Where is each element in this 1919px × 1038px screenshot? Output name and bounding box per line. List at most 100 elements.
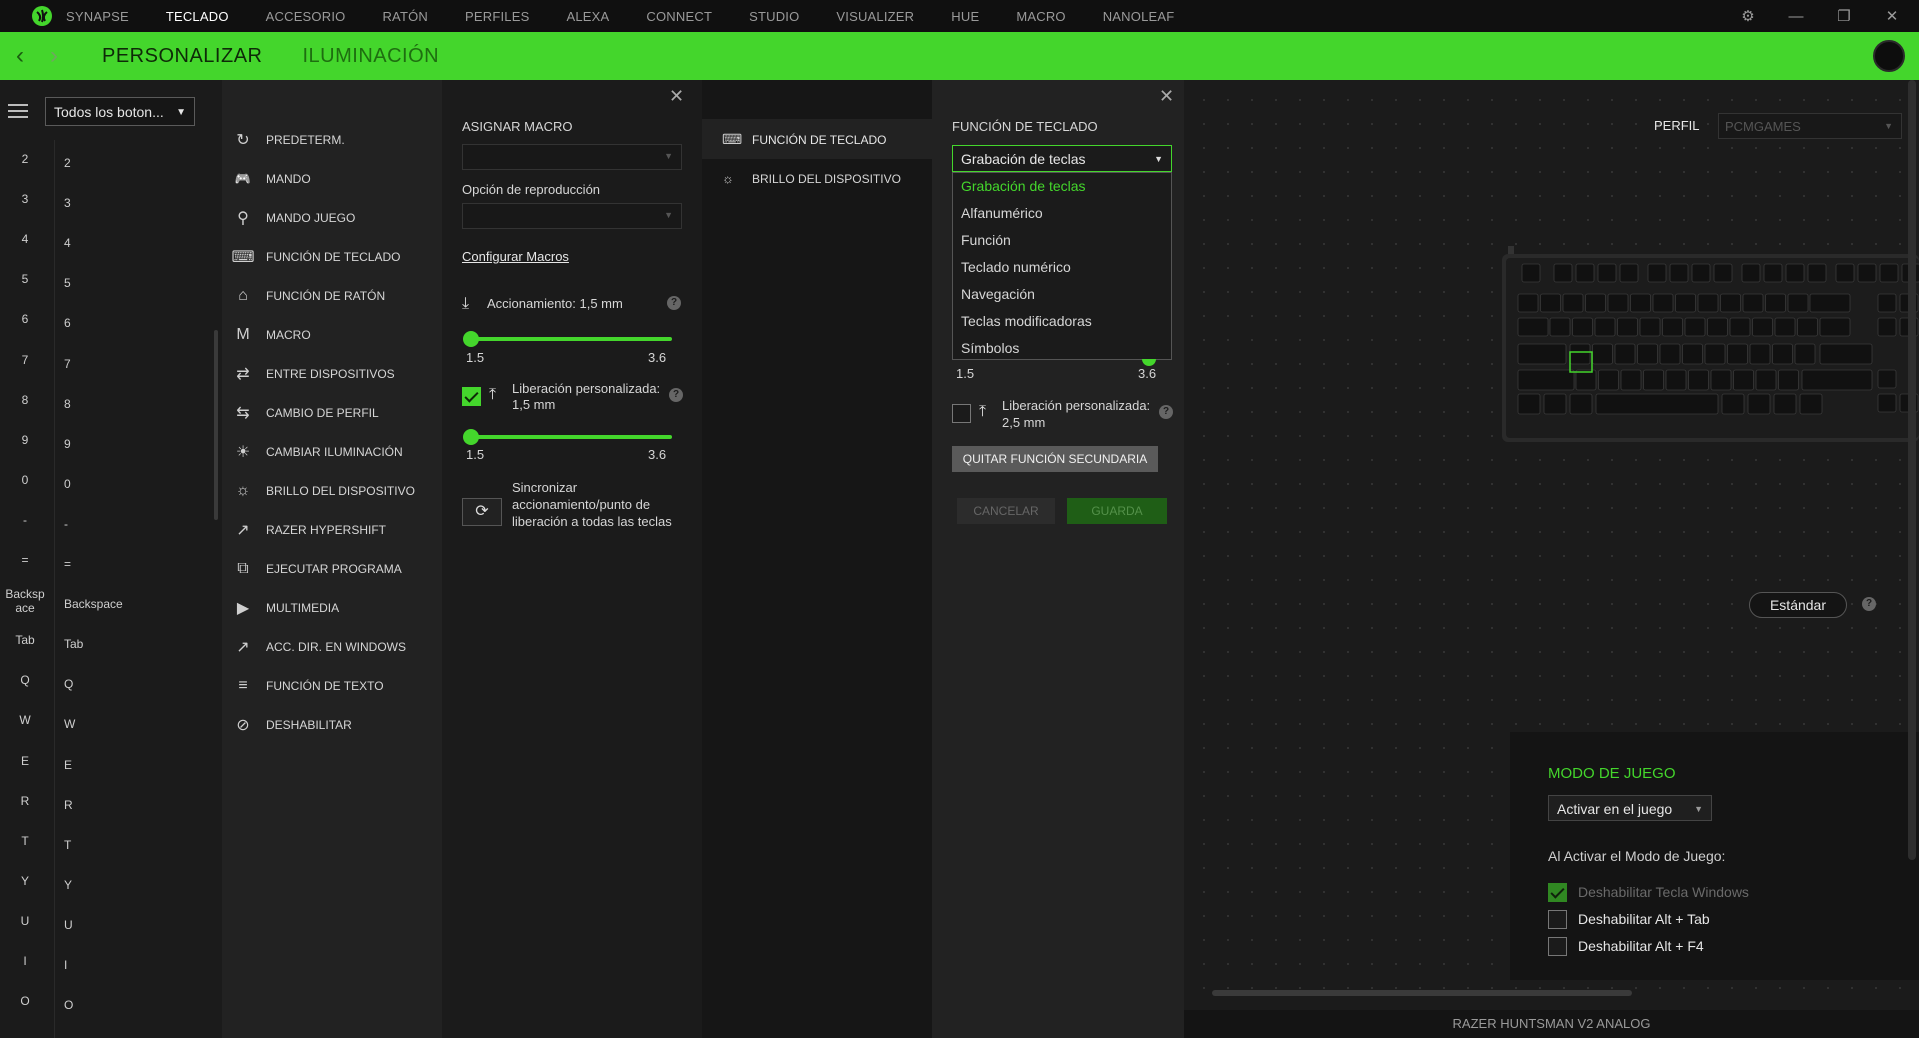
category-item-device-brightness[interactable]: ☼ BRILLO DEL DISPOSITIVO <box>722 171 901 186</box>
remove-secondary-function-button[interactable]: QUITAR FUNCIÓN SECUNDARIA <box>952 446 1158 472</box>
key-list-item[interactable]: EE <box>0 754 222 794</box>
forward-arrow-icon[interactable]: › <box>40 42 68 70</box>
disable-alt-f4-checkbox[interactable] <box>1548 937 1567 956</box>
key-list-item[interactable]: YY <box>0 874 222 914</box>
function-item-mando-juego[interactable]: ⚲ MANDO JUEGO <box>232 206 432 230</box>
custom-release-checkbox[interactable] <box>462 387 481 406</box>
save-button[interactable]: GUARDA <box>1067 498 1167 524</box>
function-item-cambio-de-perfil[interactable]: ⇆ CAMBIO DE PERFIL <box>232 401 432 425</box>
key-list-item[interactable]: 55 <box>0 272 222 312</box>
key-list-item[interactable]: 00 <box>0 473 222 513</box>
key-list-item[interactable]: 88 <box>0 393 222 433</box>
vertical-scrollbar[interactable] <box>1908 80 1916 860</box>
nav-tab-visualizer[interactable]: VISUALIZER <box>836 9 914 24</box>
key-list-item[interactable]: 44 <box>0 232 222 272</box>
nav-tab-teclado[interactable]: TECLADO <box>166 9 229 24</box>
key-list-item[interactable]: UU <box>0 914 222 954</box>
function-item-cambiar-iluminaci-n[interactable]: ☀ CAMBIAR ILUMINACIÓN <box>232 440 432 464</box>
dropdown-option[interactable]: Símbolos <box>953 335 1171 362</box>
disable-windows-key-checkbox[interactable] <box>1548 883 1567 902</box>
close-window-icon[interactable]: ✕ <box>1883 7 1901 25</box>
key-list-item[interactable]: 77 <box>0 353 222 393</box>
nav-tab-perfiles[interactable]: PERFILES <box>465 9 529 24</box>
function-item-funci-n-de-teclado[interactable]: ⌨ FUNCIÓN DE TECLADO <box>231 245 432 269</box>
disable-alt-tab-checkbox[interactable] <box>1548 910 1567 929</box>
key-list-item[interactable]: 66 <box>0 312 222 352</box>
hamburger-menu-icon[interactable] <box>8 104 28 120</box>
close-macro-panel-icon[interactable]: ✕ <box>669 86 684 107</box>
key-list-item[interactable]: 22 <box>0 152 222 192</box>
playback-option-dropdown[interactable]: ▼ <box>462 203 682 229</box>
help-icon[interactable]: ? <box>1862 597 1876 611</box>
help-icon[interactable]: ? <box>667 296 681 310</box>
key-list-item[interactable]: OO <box>0 994 222 1034</box>
function-item-mando[interactable]: 🎮 MANDO <box>232 167 432 191</box>
nav-tab-macro[interactable]: MACRO <box>1016 9 1065 24</box>
button-filter-dropdown[interactable]: Todos los boton... ▼ <box>45 97 195 126</box>
function-item-multimedia[interactable]: ▶ MULTIMEDIA <box>232 596 432 620</box>
key-list-item[interactable]: TT <box>0 834 222 874</box>
function-item-entre-dispositivos[interactable]: ⇄ ENTRE DISPOSITIVOS <box>232 362 432 386</box>
maximize-icon[interactable]: ❐ <box>1835 7 1853 25</box>
back-arrow-icon[interactable]: ‹ <box>6 42 34 70</box>
nav-tab-connect[interactable]: CONNECT <box>646 9 712 24</box>
function-item-brillo-del-dispositivo[interactable]: ☼ BRILLO DEL DISPOSITIVO <box>232 479 432 503</box>
key-list-item[interactable]: II <box>0 954 222 994</box>
standard-layout-button[interactable]: Estándar <box>1749 592 1847 618</box>
function-item-macro[interactable]: M MACRO <box>232 323 432 347</box>
nav-tab-hue[interactable]: HUE <box>951 9 979 24</box>
macro-select-dropdown[interactable]: ▼ <box>462 144 682 170</box>
release-slider-track[interactable] <box>465 435 672 439</box>
function-item-razer-hypershift[interactable]: ↗ RAZER HYPERSHIFT <box>232 518 432 542</box>
dropdown-option[interactable]: Función <box>953 227 1171 254</box>
key-list-item[interactable]: 33 <box>0 192 222 232</box>
nav-tab-ratón[interactable]: RATÓN <box>382 9 428 24</box>
key-list-scrollbar[interactable] <box>214 330 218 520</box>
function-item-ejecutar-programa[interactable]: ⧉ EJECUTAR PROGRAMA <box>232 557 432 581</box>
keyboard-device-image[interactable] <box>1502 246 1919 442</box>
actuation-slider-track[interactable] <box>465 337 672 341</box>
function-item-acc-dir-en-windows[interactable]: ↗ ACC. DIR. EN WINDOWS <box>232 635 432 659</box>
dropdown-option[interactable]: Grabación de teclas <box>953 173 1171 200</box>
horizontal-scrollbar[interactable] <box>1212 990 1632 996</box>
key-list-item[interactable]: Backsp ace Backspace <box>0 587 222 633</box>
help-icon[interactable]: ? <box>1159 405 1173 419</box>
cancel-button[interactable]: CANCELAR <box>957 498 1055 524</box>
settings-gear-icon[interactable]: ⚙ <box>1739 7 1757 25</box>
dropdown-option[interactable]: Alfanumérico <box>953 200 1171 227</box>
nav-tab-nanoleaf[interactable]: NANOLEAF <box>1103 9 1175 24</box>
actuation-slider-knob[interactable] <box>463 331 479 347</box>
dropdown-option[interactable]: Teclas modificadoras <box>953 308 1171 335</box>
function-item-predeterm-[interactable]: ↻ PREDETERM. <box>232 128 432 152</box>
minimize-icon[interactable]: — <box>1787 8 1805 25</box>
nav-tab-synapse[interactable]: SYNAPSE <box>66 9 129 24</box>
profile-dropdown[interactable]: PCMGAMES ▼ <box>1718 113 1902 139</box>
key-list-item[interactable]: -- <box>0 513 222 553</box>
category-item-keyboard-function[interactable]: ⌨ FUNCIÓN DE TECLADO <box>722 131 886 148</box>
nav-tab-alexa[interactable]: ALEXA <box>566 9 609 24</box>
kb-custom-release-checkbox[interactable] <box>952 404 971 423</box>
key-list-item[interactable]: WW <box>0 713 222 753</box>
release-slider-knob[interactable] <box>463 429 479 445</box>
razer-logo-icon[interactable] <box>22 0 62 32</box>
nav-tab-studio[interactable]: STUDIO <box>749 9 799 24</box>
dropdown-option[interactable]: Navegación <box>953 281 1171 308</box>
configure-macros-link[interactable]: Configurar Macros <box>462 249 569 264</box>
help-icon[interactable]: ? <box>669 388 683 402</box>
function-item-deshabilitar[interactable]: ⊘ DESHABILITAR <box>232 713 432 737</box>
key-list-item[interactable]: Tab Tab <box>0 633 222 673</box>
tab-lighting[interactable]: ILUMINACIÓN <box>302 45 439 68</box>
function-item-funci-n-de-rat-n[interactable]: ⌂ FUNCIÓN DE RATÓN <box>232 284 432 308</box>
key-list-item[interactable]: RR <box>0 794 222 834</box>
key-list-item[interactable]: 99 <box>0 433 222 473</box>
game-mode-dropdown[interactable]: Activar en el juego ▼ <box>1548 795 1712 821</box>
dropdown-option[interactable]: Teclado numérico <box>953 254 1171 281</box>
close-keyboard-panel-icon[interactable]: ✕ <box>1159 86 1174 107</box>
function-item-funci-n-de-texto[interactable]: ≡ FUNCIÓN DE TEXTO <box>232 674 432 698</box>
key-list-item[interactable]: QQ <box>0 673 222 713</box>
tab-customize[interactable]: PERSONALIZAR <box>102 45 262 68</box>
sync-icon[interactable]: ⟳ <box>462 498 502 526</box>
keyboard-function-dropdown[interactable]: Grabación de teclas ▼ <box>952 145 1172 172</box>
nav-tab-accesorio[interactable]: ACCESORIO <box>266 9 346 24</box>
user-avatar[interactable] <box>1873 40 1905 72</box>
